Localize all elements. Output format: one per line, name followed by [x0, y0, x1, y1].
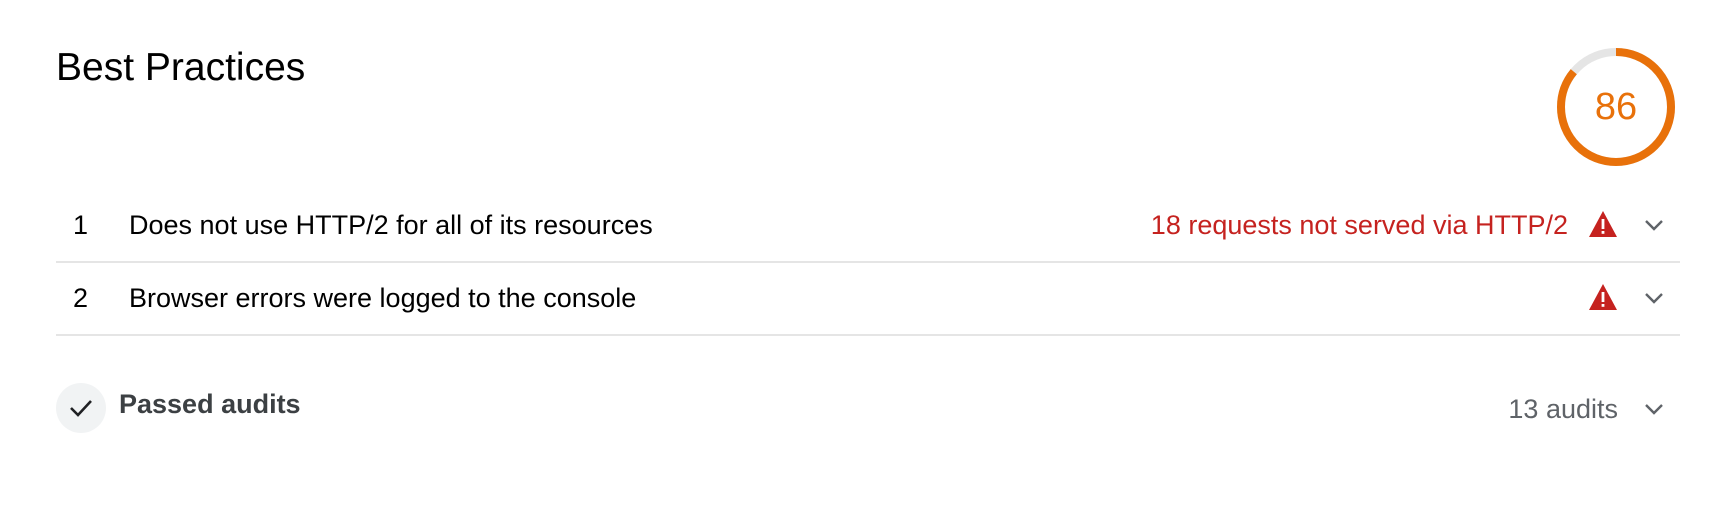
chevron-down-icon[interactable]: [1643, 287, 1665, 309]
checkmark-icon: [70, 400, 92, 417]
passed-audits-group[interactable]: Passed audits 13 audits: [56, 383, 1680, 435]
audit-list: 1 Does not use HTTP/2 for all of its res…: [56, 190, 1680, 336]
score-value: 86: [1594, 86, 1638, 128]
passed-audits-count: 13 audits: [1508, 394, 1618, 424]
warning-triangle-icon: [1589, 211, 1617, 237]
audit-row-console-errors[interactable]: 2 Browser errors were logged to the cons…: [56, 263, 1680, 336]
warning-triangle-icon: [1589, 284, 1617, 310]
audit-display-value: 18 requests not served via HTTP/2: [1150, 210, 1568, 240]
chevron-down-icon[interactable]: [1643, 398, 1665, 420]
passed-badge: [56, 383, 106, 433]
audit-index: 2: [73, 283, 89, 313]
chevron-down-icon[interactable]: [1643, 214, 1665, 236]
score-gauge: 86: [1555, 46, 1677, 168]
audit-title: Browser errors were logged to the consol…: [129, 283, 637, 313]
audit-index: 1: [73, 210, 89, 240]
audit-row-http2[interactable]: 1 Does not use HTTP/2 for all of its res…: [56, 190, 1680, 263]
passed-audits-title: Passed audits: [119, 389, 301, 419]
audit-title: Does not use HTTP/2 for all of its resou…: [129, 210, 653, 240]
category-title: Best Practices: [56, 46, 306, 89]
